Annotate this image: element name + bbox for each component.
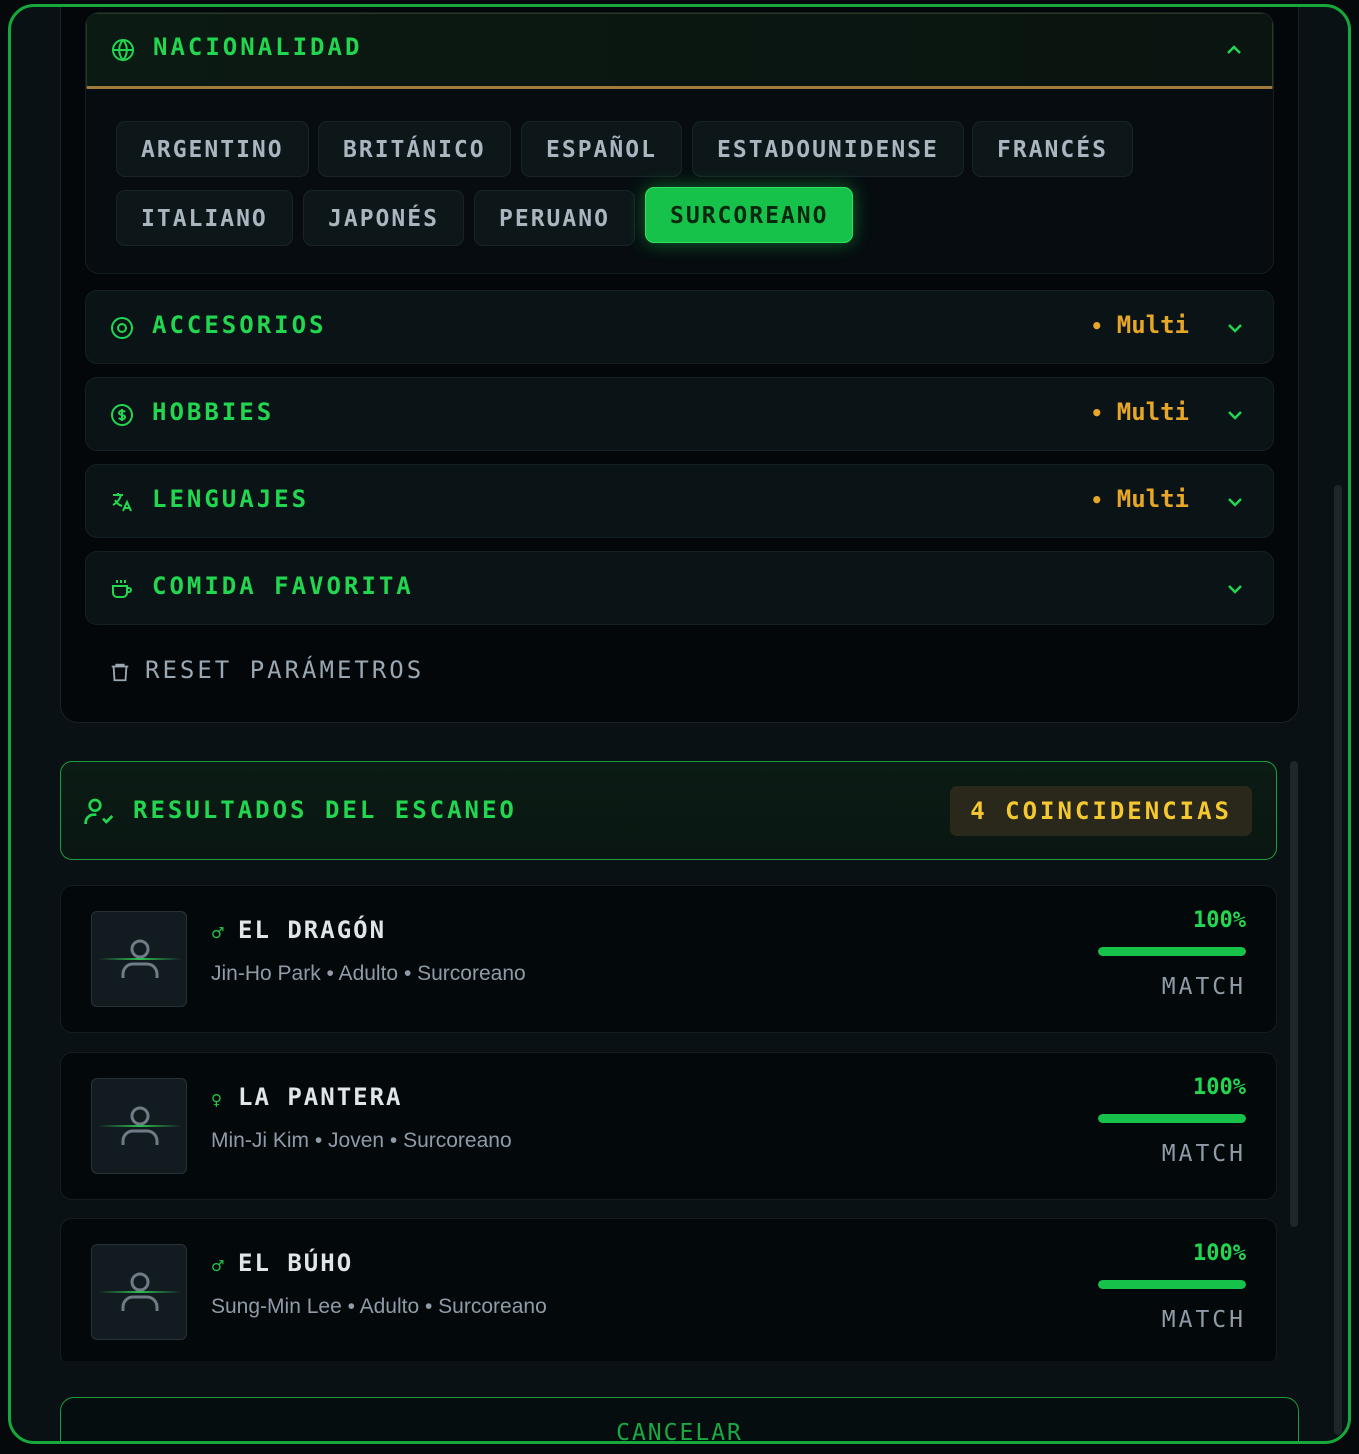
section-hobbies[interactable]: HOBBIES • Multi	[85, 377, 1274, 451]
match-percent: 100%	[1193, 908, 1246, 933]
avatar	[91, 911, 187, 1007]
gender-icon: ♂	[211, 924, 225, 942]
scan-line	[98, 1291, 182, 1293]
nationality-section: NACIONALIDAD ARGENTINO BRITÁNICO ESPAÑOL…	[85, 12, 1274, 274]
target-icon	[111, 317, 133, 339]
section-title: COMIDA FAVORITA	[152, 572, 414, 600]
results-header: RESULTADOS DEL ESCANEO 4 COINCIDENCIAS	[60, 761, 1277, 860]
match-percent: 100%	[1193, 1075, 1246, 1100]
match-label: MATCH	[1161, 1307, 1246, 1333]
result-alias: EL DRAGÓN	[238, 916, 387, 944]
match-bar	[1098, 1114, 1246, 1123]
avatar	[91, 1078, 187, 1174]
chevron-down-icon[interactable]	[1223, 490, 1247, 514]
result-card[interactable]: ♂ EL BÚHO Sung-Min Lee • Adulto • Surcor…	[60, 1218, 1277, 1361]
section-accesorios[interactable]: ACCESORIOS • Multi	[85, 290, 1274, 364]
results-list: ♂ EL DRAGÓN Jin-Ho Park • Adulto • Surco…	[60, 883, 1277, 1361]
chip-italiano[interactable]: ITALIANO	[116, 190, 293, 246]
match-bar-fill	[1098, 1114, 1246, 1123]
match-percent: 100%	[1193, 1241, 1246, 1266]
match-count-badge: 4 COINCIDENCIAS	[950, 786, 1252, 836]
coffee-cup-icon	[112, 580, 132, 598]
translate-icon	[112, 493, 132, 512]
chip-surcoreano-selected[interactable]: SURCOREANO	[645, 187, 854, 243]
chevron-down-icon[interactable]	[1223, 316, 1247, 340]
multi-badge: • Multi	[1090, 311, 1189, 339]
gender-icon: ♀	[211, 1091, 222, 1109]
chip-estadounidense[interactable]: ESTADOUNIDENSE	[692, 121, 964, 177]
match-bar-fill	[1098, 1280, 1246, 1289]
match-label: MATCH	[1161, 1141, 1246, 1167]
avatar	[91, 1244, 187, 1340]
trash-icon	[111, 663, 129, 682]
result-meta: Jin-Ho Park • Adulto • Surcoreano	[211, 962, 526, 985]
chip-japones[interactable]: JAPONÉS	[303, 190, 464, 246]
results-title: RESULTADOS DEL ESCANEO	[133, 796, 517, 824]
result-card[interactable]: ♀ LA PANTERA Min-Ji Kim • Joven • Surcor…	[60, 1052, 1277, 1200]
scan-line	[98, 958, 182, 960]
chip-britanico[interactable]: BRITÁNICO	[318, 121, 511, 177]
gender-icon: ♂	[211, 1257, 225, 1275]
chip-espanol[interactable]: ESPAÑOL	[521, 121, 682, 177]
scan-line	[98, 1125, 182, 1127]
globe-icon	[112, 39, 134, 62]
match-bar	[1098, 947, 1246, 956]
chevron-down-icon[interactable]	[1223, 577, 1247, 601]
chevron-up-icon[interactable]	[1222, 38, 1246, 62]
nationality-title: NACIONALIDAD	[153, 33, 363, 61]
match-bar-fill	[1098, 947, 1246, 956]
chip-frances[interactable]: FRANCÉS	[972, 121, 1133, 177]
reset-label: RESET PARÁMETROS	[145, 656, 425, 684]
cancel-button[interactable]: CANCELAR	[60, 1397, 1299, 1441]
match-label: MATCH	[1161, 974, 1246, 1000]
match-bar	[1098, 1280, 1246, 1289]
coin-icon	[111, 404, 133, 426]
user-check-icon	[84, 798, 114, 824]
result-card[interactable]: ♂ EL DRAGÓN Jin-Ho Park • Adulto • Surco…	[60, 885, 1277, 1033]
section-title: LENGUAJES	[152, 485, 310, 513]
result-meta: Sung-Min Lee • Adulto • Surcoreano	[211, 1295, 547, 1318]
multi-badge: • Multi	[1090, 398, 1189, 426]
chip-peruano[interactable]: PERUANO	[474, 190, 635, 246]
nationality-header[interactable]: NACIONALIDAD	[86, 13, 1273, 89]
section-lenguajes[interactable]: LENGUAJES • Multi	[85, 464, 1274, 538]
section-title: HOBBIES	[152, 398, 275, 426]
section-comida-favorita[interactable]: COMIDA FAVORITA	[85, 551, 1274, 625]
modal-frame: NACIONALIDAD ARGENTINO BRITÁNICO ESPAÑOL…	[8, 4, 1351, 1444]
result-meta: Min-Ji Kim • Joven • Surcoreano	[211, 1129, 512, 1152]
filter-panel: NACIONALIDAD ARGENTINO BRITÁNICO ESPAÑOL…	[60, 7, 1299, 723]
chevron-down-icon[interactable]	[1223, 403, 1247, 427]
results-scrollbar[interactable]	[1290, 761, 1298, 1227]
result-alias: LA PANTERA	[238, 1083, 403, 1111]
result-alias: EL BÚHO	[238, 1249, 354, 1277]
section-title: ACCESORIOS	[152, 311, 327, 339]
multi-badge: • Multi	[1090, 485, 1189, 513]
chip-argentino[interactable]: ARGENTINO	[116, 121, 309, 177]
outer-scrollbar[interactable]	[1334, 485, 1342, 1435]
